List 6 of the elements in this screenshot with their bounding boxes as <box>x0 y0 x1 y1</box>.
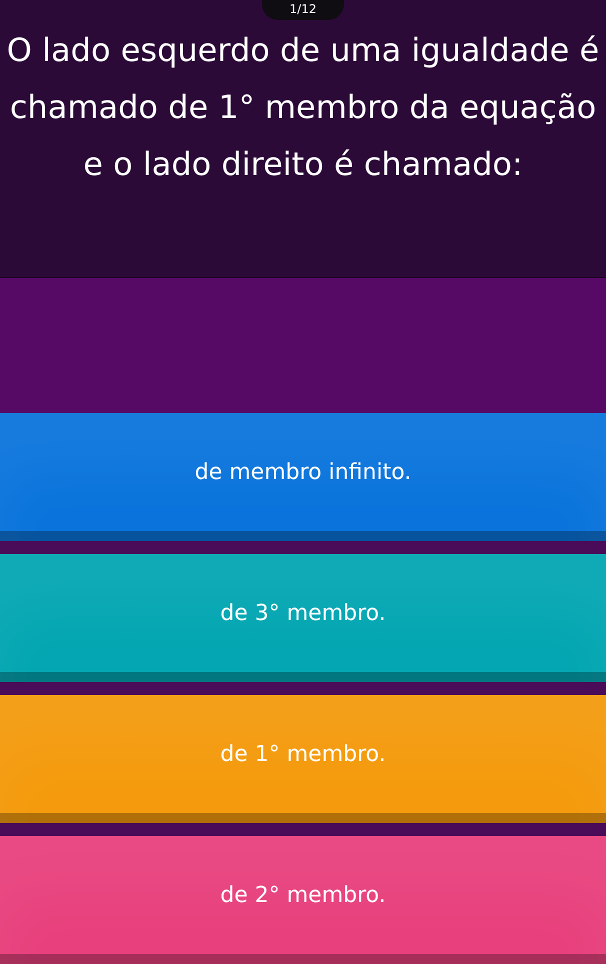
answer-option[interactable]: de 1° membro. <box>0 695 606 823</box>
question-counter: 1/12 <box>262 0 344 20</box>
answer-option[interactable]: de 2° membro. <box>0 836 606 964</box>
question-text: O lado esquerdo de uma igualdade é chamado de 1° membro da equação e o lado direito é chamado: <box>6 30 600 185</box>
answer-option[interactable]: de 3° membro. <box>0 554 606 682</box>
answer-option[interactable]: de membro infinito. <box>0 413 606 541</box>
